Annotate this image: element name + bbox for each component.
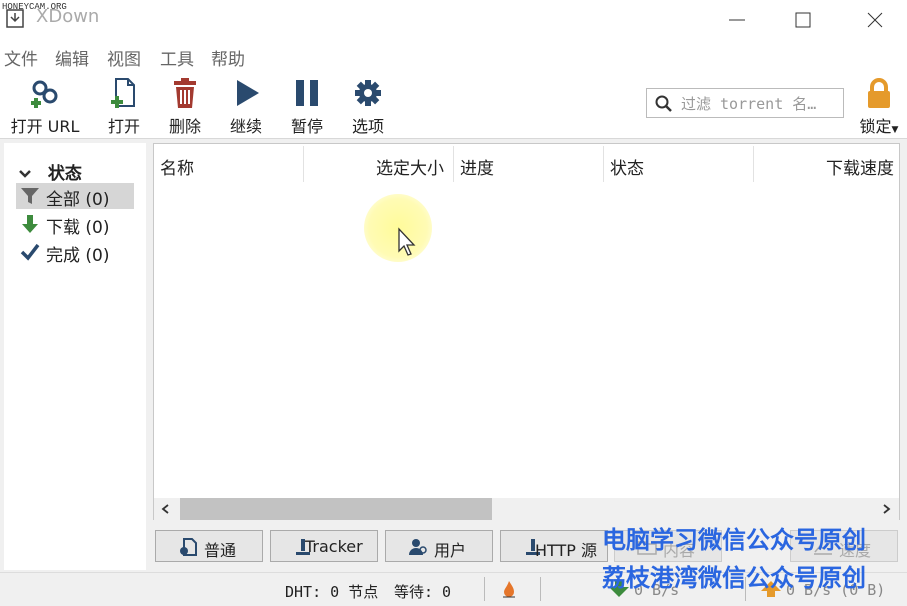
tab-peers[interactable]: 用户: [385, 530, 493, 562]
menu-help[interactable]: 帮助: [211, 45, 245, 70]
filter-icon: [21, 188, 39, 204]
mouse-cursor-icon: [398, 227, 416, 256]
open-url-button[interactable]: 打开 URL: [8, 76, 82, 137]
delete-button[interactable]: 删除: [163, 76, 207, 137]
open-label: 打开: [107, 117, 140, 136]
user-search-icon: [409, 539, 427, 555]
file-add-icon: [111, 78, 135, 108]
column-divider[interactable]: [753, 146, 754, 182]
column-header-download-speed[interactable]: 下载速度: [826, 154, 894, 179]
menu-view[interactable]: 视图: [107, 45, 141, 70]
waiting-status: 等待: 0: [394, 583, 452, 601]
menu-bar: 文件 编辑 视图 工具 帮助: [0, 40, 907, 72]
scroll-left-icon[interactable]: [160, 503, 172, 515]
play-icon: [237, 80, 259, 106]
delete-label: 删除: [168, 117, 201, 136]
options-label: 选项: [351, 117, 384, 136]
column-divider[interactable]: [453, 146, 454, 182]
maximize-icon[interactable]: [791, 8, 815, 32]
scroll-right-icon[interactable]: [880, 503, 892, 515]
tab-general[interactable]: 普通: [155, 530, 263, 562]
file-settings-icon: [180, 538, 197, 556]
sidebar-item-downloading[interactable]: 下载 (0): [16, 211, 134, 238]
trash-icon: [174, 78, 196, 108]
torrent-table: 名称 选定大小 进度 状态 下载速度: [153, 143, 900, 520]
dht-status: DHT: 0 节点: [285, 583, 379, 601]
scrollbar-thumb[interactable]: [180, 498, 492, 520]
sidebar-item-label: 下载 (0): [46, 218, 110, 238]
filter-box[interactable]: [646, 88, 844, 118]
open-url-label: 打开 URL: [10, 117, 80, 136]
open-button[interactable]: 打开: [102, 76, 146, 137]
sidebar-item-label: 全部 (0): [46, 190, 110, 210]
arrow-down-icon: [22, 215, 38, 233]
overlay-text-line2: 荔枝港湾微信公众号原创: [602, 563, 866, 592]
category-sidebar: 状态 全部 (0) 下载 (0) 完成 (0): [4, 143, 146, 570]
title-bar: HONEYCAM.ORG XDown: [0, 0, 907, 40]
tab-label: 普通: [204, 541, 237, 560]
search-icon: [655, 95, 672, 112]
sidebar-item-all[interactable]: 全部 (0): [16, 183, 134, 210]
status-divider: [484, 577, 485, 601]
close-icon[interactable]: [863, 8, 887, 32]
pause-icon: [296, 80, 318, 106]
lock-button[interactable]: 锁定▼: [856, 76, 902, 137]
status-divider: [540, 577, 541, 601]
pause-button[interactable]: 暂停: [285, 76, 329, 137]
tab-label: HTTP 源: [535, 541, 598, 560]
options-button[interactable]: 选项: [346, 76, 390, 137]
link-add-icon: [31, 80, 58, 108]
resume-label: 继续: [229, 117, 262, 136]
lock-icon: [868, 78, 890, 108]
column-header-status[interactable]: 状态: [610, 154, 644, 179]
status-header-label: 状态: [47, 164, 82, 184]
minimize-icon[interactable]: [725, 8, 749, 32]
lock-label: 锁定▼: [859, 117, 899, 136]
overlay-text-line1: 电脑学习微信公众号原创: [602, 525, 866, 554]
check-icon: [20, 243, 40, 261]
pause-label: 暂停: [290, 117, 323, 136]
sidebar-item-label: 完成 (0): [46, 246, 110, 266]
sidebar-item-completed[interactable]: 完成 (0): [16, 239, 134, 266]
column-header-size[interactable]: 选定大小: [376, 154, 444, 179]
status-header[interactable]: 状态: [18, 159, 82, 184]
tab-label: Tracker: [305, 537, 363, 556]
menu-file[interactable]: 文件: [4, 45, 38, 70]
filter-input[interactable]: [679, 93, 843, 115]
column-divider[interactable]: [303, 146, 304, 182]
gear-icon: [355, 80, 381, 106]
tab-label: 用户: [434, 541, 467, 560]
tab-tracker[interactable]: Tracker: [270, 530, 378, 562]
column-divider[interactable]: [603, 146, 604, 182]
flame-icon[interactable]: [502, 580, 516, 598]
tab-http-sources[interactable]: HTTP 源: [500, 530, 608, 562]
column-header-name[interactable]: 名称: [160, 154, 194, 179]
menu-tools[interactable]: 工具: [160, 45, 194, 70]
resume-button[interactable]: 继续: [224, 76, 268, 137]
chevron-down-icon: [18, 164, 36, 184]
column-header-progress[interactable]: 进度: [460, 154, 494, 179]
app-logo-icon: [6, 9, 24, 28]
window-title: XDown: [36, 6, 100, 27]
menu-edit[interactable]: 编辑: [55, 45, 89, 70]
